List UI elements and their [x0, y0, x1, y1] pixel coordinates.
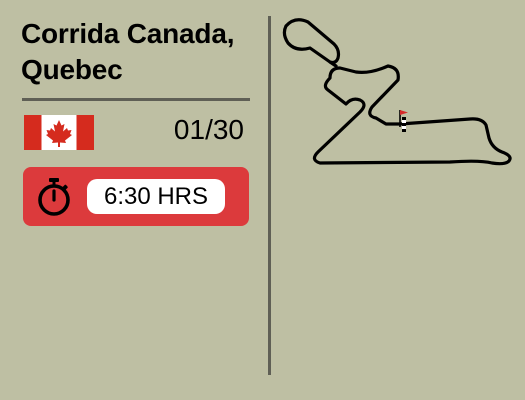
- stopwatch-icon: [38, 178, 70, 216]
- race-round-counter: 01/30: [173, 114, 244, 145]
- title-divider: [22, 98, 250, 101]
- panel-divider: [268, 16, 271, 375]
- canada-flag-icon: [24, 115, 94, 150]
- race-duration-value: 6:30 HRS: [87, 179, 225, 214]
- race-duration-badge: 6:30 HRS: [23, 167, 249, 226]
- race-title: Corrida Canada, Quebec: [21, 16, 261, 88]
- race-title-line1: Corrida Canada,: [21, 18, 235, 49]
- race-title-line2: Quebec: [21, 54, 123, 85]
- circuit-map-icon: [282, 18, 512, 166]
